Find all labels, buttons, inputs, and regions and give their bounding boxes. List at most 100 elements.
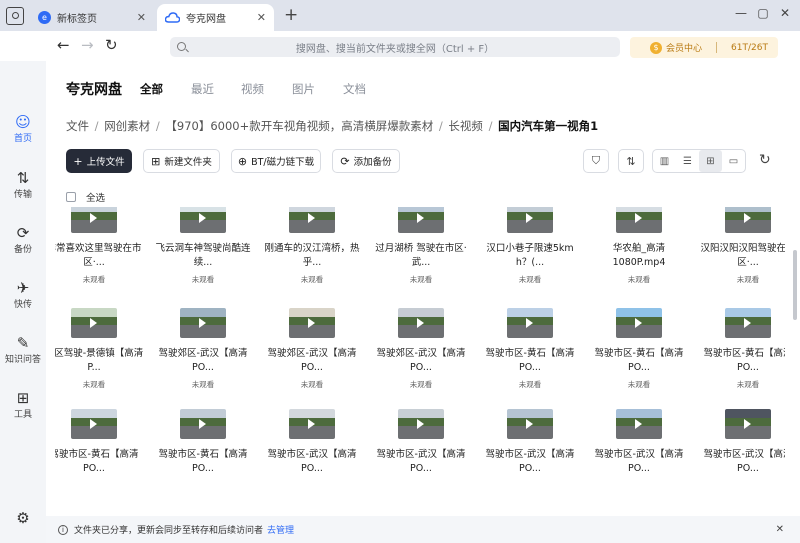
tab-all[interactable]: 全部 bbox=[140, 81, 163, 97]
column-view-icon[interactable]: ▥ bbox=[653, 150, 676, 172]
close-icon[interactable]: ✕ bbox=[257, 11, 266, 24]
video-thumbnail[interactable] bbox=[507, 308, 553, 338]
rail-item-quick-send[interactable]: ✈ 快传 bbox=[0, 279, 46, 310]
file-card[interactable]: 非常喜欢这里驾驶在市区·... 未观看 bbox=[55, 207, 144, 285]
file-card[interactable]: 驾驶郊区-武汉【高清PO... 未观看 bbox=[153, 308, 253, 390]
tab-quark-drive[interactable]: 夸克网盘 ✕ bbox=[157, 4, 274, 31]
watch-status: 未观看 bbox=[82, 380, 106, 389]
file-card[interactable]: 驾驶市区-武汉【高清PO... bbox=[262, 409, 362, 480]
manage-link[interactable]: 去管理 bbox=[267, 523, 294, 536]
video-thumbnail[interactable] bbox=[180, 308, 226, 338]
file-card[interactable]: 驾驶市区-武汉【高清PO... bbox=[698, 409, 785, 480]
bt-download-button[interactable]: ⊕ BT/磁力链下载 bbox=[231, 149, 321, 173]
play-icon bbox=[308, 318, 315, 328]
file-name: 驾驶市区-黄石【高清PO... bbox=[485, 348, 575, 373]
video-thumbnail[interactable] bbox=[180, 207, 226, 233]
tab-recent[interactable]: 最近 bbox=[191, 81, 214, 97]
breadcrumb-item[interactable]: 长视频 bbox=[448, 119, 483, 133]
rail-item-qa[interactable]: ✎ 知识问答 bbox=[0, 334, 46, 365]
tab-image[interactable]: 图片 bbox=[292, 81, 315, 97]
file-card[interactable]: 驾驶市区-黄石【高清PO... bbox=[153, 409, 253, 480]
video-thumbnail[interactable] bbox=[616, 308, 662, 338]
forward-button[interactable]: → bbox=[81, 36, 94, 54]
tab-document[interactable]: 文档 bbox=[343, 81, 366, 97]
app-menu-icon[interactable] bbox=[6, 7, 24, 25]
new-folder-button[interactable]: ⊞ 新建文件夹 bbox=[143, 149, 220, 173]
search-input[interactable]: 搜网盘、搜当前文件夹或搜全网（Ctrl + F） bbox=[170, 37, 620, 57]
add-backup-button[interactable]: ⟳ 添加备份 bbox=[332, 149, 400, 173]
video-thumbnail[interactable] bbox=[507, 207, 553, 233]
rail-item-backup[interactable]: ⟳ 备份 bbox=[0, 224, 46, 255]
tab-video[interactable]: 视频 bbox=[241, 81, 264, 97]
file-card[interactable]: 驾驶郊区-武汉【高清PO... 未观看 bbox=[371, 308, 471, 390]
file-card[interactable]: 飞云洞车神驾驶尚酷连续... 未观看 bbox=[153, 207, 253, 285]
refresh-icon[interactable]: ↻ bbox=[759, 152, 771, 168]
breadcrumb-item[interactable]: 文件 bbox=[66, 119, 89, 133]
video-thumbnail[interactable] bbox=[725, 409, 771, 439]
divider bbox=[716, 42, 718, 53]
window-close-button[interactable]: ✕ bbox=[776, 6, 794, 20]
breadcrumb-item[interactable]: 【970】6000+款开车视角视频，高清横屏爆款素材 bbox=[165, 119, 433, 133]
sort-icon[interactable]: ⇅ bbox=[618, 149, 644, 173]
video-thumbnail[interactable] bbox=[725, 207, 771, 233]
backup-icon: ⟳ bbox=[16, 224, 30, 242]
file-card[interactable]: 驾驶市区-黄石【高清PO... bbox=[55, 409, 144, 480]
rail-item-transfer[interactable]: ⇅ 传输 bbox=[0, 169, 46, 200]
new-tab-button[interactable]: + bbox=[284, 5, 298, 25]
select-all-checkbox[interactable] bbox=[66, 192, 76, 202]
grid-view-icon[interactable]: ⊞ bbox=[699, 150, 722, 172]
close-icon[interactable]: ✕ bbox=[137, 11, 146, 24]
video-thumbnail[interactable] bbox=[289, 207, 335, 233]
video-thumbnail[interactable] bbox=[398, 207, 444, 233]
file-card[interactable]: 过月湖桥 驾驶在市区·武... 未观看 bbox=[371, 207, 471, 285]
filter-icon[interactable]: ⛉ bbox=[583, 149, 609, 173]
close-icon[interactable]: ✕ bbox=[776, 524, 784, 535]
video-thumbnail[interactable] bbox=[71, 308, 117, 338]
video-thumbnail[interactable] bbox=[289, 409, 335, 439]
file-card[interactable]: 驾驶郊区-武汉【高清PO... 未观看 bbox=[262, 308, 362, 390]
file-card[interactable]: 汉口小巷子限速5km h？(... 未观看 bbox=[480, 207, 580, 285]
scrollbar[interactable] bbox=[793, 250, 797, 320]
video-thumbnail[interactable] bbox=[71, 409, 117, 439]
video-thumbnail[interactable] bbox=[289, 308, 335, 338]
file-name: 汉阳汉阳汉阳驾驶在市区·... bbox=[700, 243, 785, 268]
file-card[interactable]: 驾驶市区-黄石【高清PO... 未观看 bbox=[589, 308, 689, 390]
file-name: 驾驶市区-武汉【高清PO... bbox=[267, 449, 357, 474]
video-thumbnail[interactable] bbox=[507, 409, 553, 439]
search-placeholder: 搜网盘、搜当前文件夹或搜全网（Ctrl + F） bbox=[295, 43, 495, 55]
video-thumbnail[interactable] bbox=[725, 308, 771, 338]
file-card[interactable]: 驾驶市区-武汉【高清PO... bbox=[371, 409, 471, 480]
back-button[interactable]: ← bbox=[57, 36, 70, 54]
rail-item-home[interactable]: ☺ 首页 bbox=[0, 113, 46, 144]
maximize-button[interactable]: ▢ bbox=[754, 6, 772, 20]
rail-item-settings[interactable]: ⚙ bbox=[0, 509, 46, 527]
video-thumbnail[interactable] bbox=[71, 207, 117, 233]
reload-button[interactable]: ↻ bbox=[105, 36, 118, 54]
watch-status: 未观看 bbox=[409, 275, 433, 284]
file-card[interactable]: 驾驶市区-黄石【高清PO... 未观看 bbox=[698, 308, 785, 390]
video-thumbnail[interactable] bbox=[398, 308, 444, 338]
upload-file-button[interactable]: + 上传文件 bbox=[66, 149, 132, 173]
tab-label: 新标签页 bbox=[57, 14, 97, 25]
video-thumbnail[interactable] bbox=[398, 409, 444, 439]
file-card[interactable]: 驾驶市区-武汉【高清PO... bbox=[480, 409, 580, 480]
video-thumbnail[interactable] bbox=[616, 207, 662, 233]
select-all[interactable]: 全选 bbox=[66, 190, 105, 204]
vip-center-button[interactable]: $ 会员中心 61T/26T bbox=[630, 37, 778, 58]
preview-view-icon[interactable]: ▭ bbox=[722, 150, 745, 172]
file-card[interactable]: 郊区驾驶-景德镇【高清P... 未观看 bbox=[55, 308, 144, 390]
file-card[interactable]: 刚通车的汉江湾桥，热乎... 未观看 bbox=[262, 207, 362, 285]
settings-icon: ⚙ bbox=[16, 509, 30, 527]
file-card[interactable]: 驾驶市区-黄石【高清PO... 未观看 bbox=[480, 308, 580, 390]
video-thumbnail[interactable] bbox=[180, 409, 226, 439]
breadcrumb-item[interactable]: 网创素材 bbox=[104, 119, 150, 133]
file-card[interactable]: 华农舶_高清1080P.mp4 未观看 bbox=[589, 207, 689, 285]
rail-item-tools[interactable]: ⊞ 工具 bbox=[0, 389, 46, 420]
minimize-button[interactable]: — bbox=[732, 6, 750, 20]
watch-status: 未观看 bbox=[300, 275, 324, 284]
video-thumbnail[interactable] bbox=[616, 409, 662, 439]
tab-new-tab[interactable]: e 新标签页 ✕ bbox=[30, 4, 154, 31]
file-card[interactable]: 汉阳汉阳汉阳驾驶在市区·... 未观看 bbox=[698, 207, 785, 285]
file-card[interactable]: 驾驶市区-武汉【高清PO... bbox=[589, 409, 689, 480]
list-view-icon[interactable]: ☰ bbox=[676, 150, 699, 172]
